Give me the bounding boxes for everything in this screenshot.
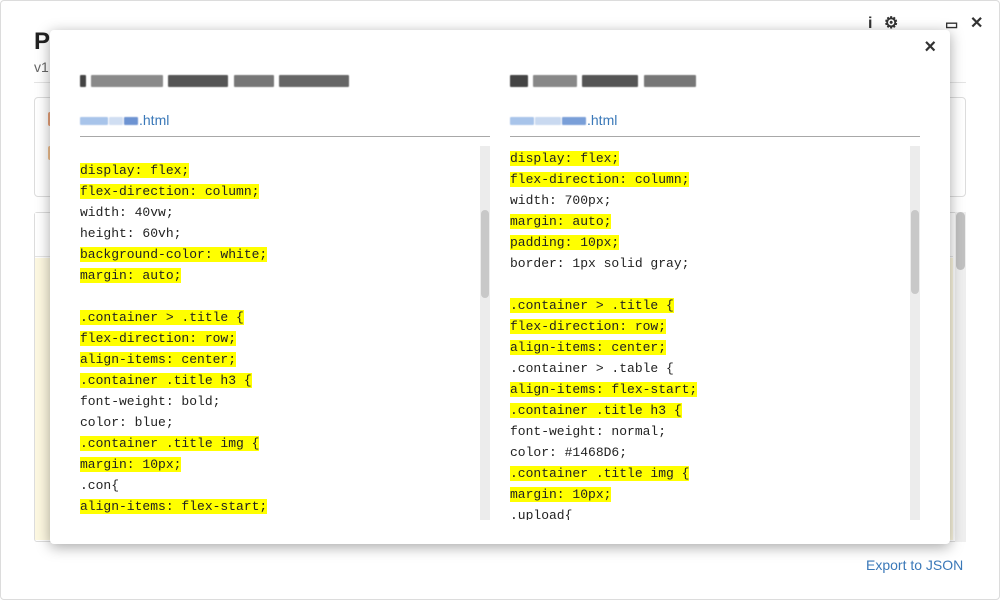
code-text: flex-direction: row;	[510, 319, 667, 334]
code-text: .container .title img {	[510, 466, 690, 481]
left-code-lines: display: flex; flex-direction: column; wid…	[80, 146, 268, 520]
code-line: border: 1px solid gray;	[510, 253, 697, 274]
code-text: .container .title img {	[80, 436, 260, 451]
code-text: display: flex;	[80, 163, 190, 178]
code-line: .container > .table {	[510, 358, 697, 379]
code-line: flex-direction: column;	[80, 181, 267, 202]
right-code-lines: display: flex; flex-direction: column; wid…	[510, 148, 698, 520]
left-code-scrollbar[interactable]	[480, 146, 490, 520]
code-text: height: 60vh;	[80, 226, 182, 241]
page-title: P	[34, 28, 51, 55]
code-line: color: #1468D6;	[510, 442, 697, 463]
diff-modal: × .html display: flex; flex-direction: co…	[50, 30, 950, 544]
code-text: margin: auto;	[510, 214, 612, 229]
code-line: margin: auto;	[80, 265, 267, 286]
code-line: .container .title h3 {	[510, 400, 697, 421]
code-line: .container > .title {	[510, 295, 697, 316]
left-code-scrollbar-thumb[interactable]	[481, 210, 489, 298]
right-file-suffix: .html	[587, 112, 618, 128]
left-code-view[interactable]: display: flex; flex-direction: column; wid…	[80, 146, 490, 520]
code-line: flex-direction: column;	[510, 169, 697, 190]
code-line: font-weight: bold;	[80, 391, 267, 412]
right-code-scrollbar-thumb[interactable]	[911, 210, 919, 294]
left-pane: .html display: flex; flex-direction: colu…	[80, 30, 490, 544]
code-text: .container .title h3 {	[80, 373, 252, 388]
code-text: .upload{	[510, 508, 573, 520]
close-icon[interactable]: ✕	[970, 14, 983, 34]
code-text: flex-direction: column;	[80, 184, 260, 199]
code-line: padding: 10px;	[510, 232, 697, 253]
code-line: .container .title img {	[510, 463, 697, 484]
code-line: flex-direction: row;	[80, 328, 267, 349]
version-label: v1	[34, 59, 49, 75]
code-line: .upload{	[510, 505, 697, 520]
code-line: .container .title h3 {	[80, 370, 267, 391]
code-line: height: 60vh;	[80, 223, 267, 244]
code-text: flex-direction: row;	[80, 331, 237, 346]
code-text: color: #1468D6;	[510, 445, 628, 460]
code-line: font-weight: normal;	[510, 421, 697, 442]
right-pane-title	[510, 72, 696, 92]
left-file-link[interactable]: .html	[80, 112, 169, 128]
code-text: margin: auto;	[80, 268, 182, 283]
code-text: color: blue;	[80, 415, 174, 430]
right-divider	[510, 136, 920, 137]
code-text: align-items: flex-start;	[80, 499, 268, 514]
code-text: margin: 10px;	[80, 457, 182, 472]
code-line: color: blue;	[80, 412, 267, 433]
modal-close-button[interactable]: ×	[924, 36, 936, 58]
code-line: .container .title img {	[80, 433, 267, 454]
right-file-link[interactable]: .html	[510, 112, 617, 128]
left-pane-title	[80, 72, 349, 92]
code-line: align-items: center;	[80, 349, 267, 370]
code-line: align-items: flex-start;	[80, 496, 268, 517]
code-line: margin: auto;	[510, 211, 697, 232]
code-text: display: flex;	[510, 151, 620, 166]
code-line: margin: 10px;	[510, 484, 697, 505]
code-line: .box{	[80, 517, 267, 520]
right-code-view[interactable]: display: flex; flex-direction: column; wid…	[510, 146, 920, 520]
table-scrollbar-thumb[interactable]	[956, 212, 965, 270]
code-text: align-items: center;	[510, 340, 667, 355]
code-line: .con{	[80, 475, 267, 496]
code-line: margin: 10px;	[80, 454, 267, 475]
right-pane: .html display: flex; flex-direction: colu…	[510, 30, 920, 544]
code-line: .container > .title {	[80, 307, 267, 328]
code-line: width: 40vw;	[80, 202, 267, 223]
code-text: flex-direction: column;	[510, 172, 690, 187]
code-line: display: flex;	[510, 148, 697, 169]
code-text: .container > .title {	[510, 298, 674, 313]
code-text: .container .title h3 {	[510, 403, 682, 418]
left-file-suffix: .html	[139, 112, 170, 128]
code-line: width: 700px;	[510, 190, 697, 211]
code-text: align-items: flex-start;	[510, 382, 698, 397]
code-text: padding: 10px;	[510, 235, 620, 250]
code-text: width: 700px;	[510, 193, 612, 208]
code-text: font-weight: normal;	[510, 424, 667, 439]
code-line: flex-direction: row;	[510, 316, 697, 337]
code-text: background-color: white;	[80, 247, 268, 262]
export-json-link[interactable]: Export to JSON	[866, 557, 963, 573]
code-text: align-items: center;	[80, 352, 237, 367]
code-line: display: flex;	[80, 160, 267, 181]
code-line: align-items: center;	[510, 337, 697, 358]
code-text: margin: 10px;	[510, 487, 612, 502]
code-text: .container > .title {	[80, 310, 244, 325]
code-line: background-color: white;	[80, 244, 268, 265]
code-text: .con{	[80, 478, 120, 493]
code-line: align-items: flex-start;	[510, 379, 698, 400]
code-text: border: 1px solid gray;	[510, 256, 690, 271]
right-code-scrollbar[interactable]	[910, 146, 920, 520]
code-text: .container > .table {	[510, 361, 674, 376]
code-text: width: 40vw;	[80, 205, 174, 220]
code-text: font-weight: bold;	[80, 394, 221, 409]
left-divider	[80, 136, 490, 137]
